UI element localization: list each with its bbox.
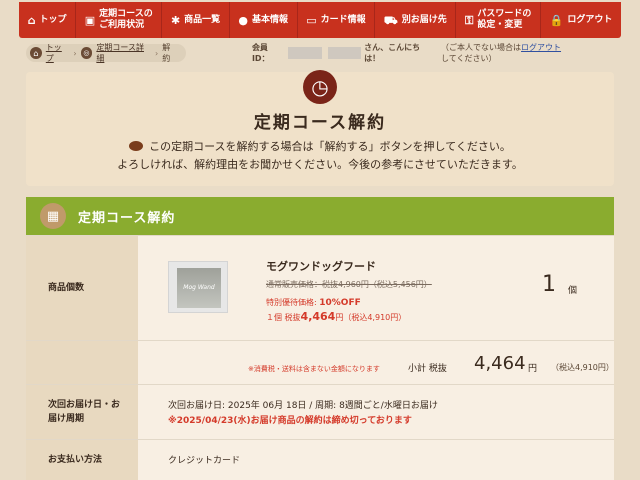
paw-icon: ✱ (170, 13, 181, 27)
unit-prefix: １個 税抜 (266, 313, 301, 322)
breadcrumb-course-link[interactable]: 定期コース詳細 (96, 42, 151, 64)
top-nav: ⌂ トップ ▣ 定期コースの ご利用状況 ✱ 商品一覧 ● 基本情報 ▭ カード… (19, 2, 621, 38)
member-id-label: 会員ID： (251, 43, 270, 63)
kibble-icon (129, 141, 144, 151)
clock-icon: ◷ (303, 70, 337, 104)
unit-price-value: 4,464 (300, 310, 336, 323)
note-prefix: （ご本人でない場合は (441, 43, 522, 52)
special-price: 特別優待価格: 10%OFF (266, 297, 361, 308)
nav-item-other-address[interactable]: ⛟ 別お届け先 (375, 2, 457, 38)
table-row-payment: お支払い方法 クレジットカード (26, 439, 614, 480)
section-header: ▦ 定期コース解約 (26, 197, 614, 235)
delivery-schedule: 次回お届け日: 2025年 06月 18日 / 周期: 8週間ごと/水曜日お届け (168, 401, 438, 411)
chevron-right-icon: › (73, 48, 77, 58)
hero-panel: ◷ 定期コース解約 この定期コースを解約する場合は「解約する」ボタンを押してくだ… (26, 70, 614, 186)
lock-icon: 🔒 (549, 13, 564, 27)
redacted-id (288, 47, 322, 59)
nav-label: ログアウト (567, 14, 613, 25)
quantity-unit: 個 (568, 286, 578, 296)
nav-label: 定期コースの ご利用状況 (99, 9, 153, 30)
breadcrumb: ⌂ トップ › ◎ 定期コース詳細 › 解約 (26, 42, 186, 64)
course-table: 商品個数 Mog Wand モグワンドッグフード 通常販売価格：税抜4,960円… (26, 235, 614, 480)
logout-link[interactable]: ログアウト (521, 43, 561, 52)
member-greeting: 会員ID： さん、こんにちは！ （ご本人でない場合はログアウトしてください） (252, 42, 614, 64)
unit-price: １個 税抜4,464円（税込4,910円） (266, 310, 406, 323)
table-row-product: 商品個数 Mog Wand モグワンドッグフード 通常販売価格：税抜4,960円… (26, 235, 614, 340)
product-name: モグワンドッグフード (266, 260, 376, 273)
chevron-right-icon: › (155, 48, 159, 58)
row-body: Mog Wand モグワンドッグフード 通常販売価格：税抜4,960円（税込5,… (138, 236, 614, 340)
regular-price: 通常販売価格：税抜4,960円（税込5,456円） (266, 280, 432, 289)
special-label: 特別優待価格: (266, 298, 317, 307)
subtotal-incl-tax: （税込4,910円） (551, 363, 614, 372)
nav-label: カード情報 (320, 14, 366, 25)
nav-item-course-status[interactable]: ▣ 定期コースの ご利用状況 (76, 2, 163, 38)
row-label: 商品個数 (26, 236, 138, 340)
hero-instruction: この定期コースを解約する場合は「解約する」ボタンを押してください。 (26, 138, 614, 154)
tax-note: ※消費税・送料は含まない金額になります (248, 365, 380, 373)
nav-item-password[interactable]: ⚿ パスワードの 設定・変更 (456, 2, 542, 38)
nav-item-card-info[interactable]: ▭ カード情報 (298, 2, 376, 38)
note-suffix: してください） (441, 54, 497, 63)
nav-label: パスワードの 設定・変更 (477, 9, 532, 30)
delivery-deadline-note: ※2025/04/23(水)お届け商品の解約は締め切っております (168, 416, 412, 426)
nav-label: 別お届け先 (401, 14, 447, 25)
nav-item-logout[interactable]: 🔒 ログアウト (541, 2, 621, 38)
row-body: 次回お届け日: 2025年 06月 18日 / 周期: 8週間ごと/水曜日お届け… (138, 385, 614, 439)
breadcrumb-top-link[interactable]: トップ (46, 42, 70, 64)
unit-suffix: 円（税込4,910円） (335, 313, 407, 322)
breadcrumb-bar: ⌂ トップ › ◎ 定期コース詳細 › 解約 会員ID： さん、こんにちは！ （… (26, 43, 614, 63)
product-image-text: Mog Wand (183, 284, 215, 291)
subtotal-label: 小計 税抜 (408, 364, 447, 374)
table-row-delivery: 次回お届け日・お 届け周期 次回お届け日: 2025年 06月 18日 / 周期… (26, 384, 614, 439)
package-icon: ▦ (40, 203, 66, 229)
subtotal-value: 4,464 (474, 353, 526, 374)
nav-item-top[interactable]: ⌂ トップ (19, 2, 77, 38)
subtotal-yen: 円 (528, 364, 538, 374)
row-label: お支払い方法 (26, 440, 138, 480)
key-icon: ⚿ (465, 13, 474, 27)
truck-icon: ⛟ (383, 13, 398, 27)
home-icon: ⌂ (30, 47, 42, 59)
nav-label: トップ (39, 14, 67, 25)
row-label: 次回お届け日・お 届け周期 (26, 385, 138, 439)
user-icon: ● (238, 13, 249, 27)
credit-card-icon: ▭ (306, 13, 317, 27)
payment-method: クレジットカード (168, 456, 241, 466)
special-discount: 10%OFF (319, 298, 361, 308)
box-icon: ▣ (84, 13, 96, 27)
course-icon: ◎ (80, 47, 93, 59)
product-thumbnail: Mog Wand (168, 261, 228, 313)
member-note: （ご本人でない場合はログアウトしてください） (441, 42, 614, 64)
row-label (26, 341, 138, 384)
page-title: 定期コース解約 (253, 113, 387, 133)
nav-item-basic-info[interactable]: ● 基本情報 (230, 2, 298, 38)
home-icon: ⌂ (27, 13, 36, 27)
hero-instruction-text: この定期コースを解約する場合は「解約する」ボタンを押してください。 (149, 140, 511, 153)
table-row-subtotal: ※消費税・送料は含まない金額になります 小計 税抜 4,464 円 （税込4,9… (26, 340, 614, 384)
nav-item-products[interactable]: ✱ 商品一覧 (162, 2, 230, 38)
quantity-value: 1 (542, 272, 556, 297)
breadcrumb-current: 解約 (162, 43, 171, 63)
hero-request: よろしければ、解約理由をお聞かせください。今後の参考にさせていただきます。 (117, 158, 523, 171)
product-image: Mog Wand (177, 268, 221, 308)
row-body: ※消費税・送料は含まない金額になります 小計 税抜 4,464 円 （税込4,9… (138, 341, 614, 384)
nav-label: 商品一覧 (184, 14, 221, 25)
redacted-name (327, 47, 362, 59)
row-body: クレジットカード (138, 440, 614, 480)
greeting-text: さん、こんにちは！ (364, 43, 421, 63)
nav-label: 基本情報 (252, 14, 289, 25)
section-title: 定期コース解約 (78, 210, 176, 226)
